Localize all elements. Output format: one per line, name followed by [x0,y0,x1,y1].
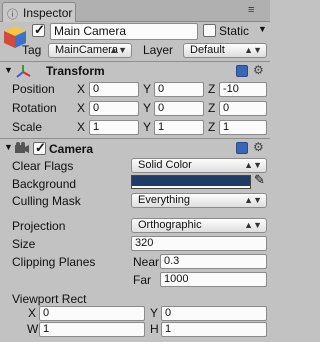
axis-x-label: X [77,101,86,115]
help-book-icon[interactable] [236,142,248,154]
background-label: Background [12,177,77,191]
alpha-bar [132,186,250,188]
eyedropper-icon[interactable]: ✎ [254,172,265,188]
tab-inspector[interactable]: ⓘ Inspector [2,2,76,22]
viewport-h-field[interactable]: 1 [161,322,267,337]
chevron-down-icon: ▲▼ [244,195,262,205]
foldout-arrow-icon[interactable]: ▼ [4,142,13,152]
rotation-y-field[interactable]: 0 [154,101,204,116]
check-icon: ✓ [35,140,46,155]
camera-icon [15,142,29,153]
projection-dropdown[interactable]: Orthographic ▲▼ [131,218,267,233]
viewport-y-label: Y [150,306,159,320]
position-x-field[interactable]: 0 [89,82,139,97]
scale-x-field[interactable]: 1 [89,120,139,135]
layer-dropdown[interactable]: Default ▲▼ [183,43,267,58]
viewport-w-field[interactable]: 1 [39,322,145,337]
projection-label: Projection [12,219,66,233]
culling-mask-label: Culling Mask [12,194,81,208]
gear-icon[interactable]: ⚙ [253,140,264,154]
foldout-arrow-icon[interactable]: ▼ [4,65,13,75]
viewport-x-label: X [28,306,37,320]
rotation-label: Rotation [12,101,57,115]
transform-icon [16,65,31,78]
axis-y-label: Y [143,101,152,115]
layer-value: Default [190,44,225,56]
axis-y-label: Y [143,82,152,96]
projection-value: Orthographic [138,219,202,231]
axis-z-label: Z [208,120,216,134]
check-icon: ✓ [34,22,45,37]
chevron-down-icon: ▲▼ [244,220,262,230]
scale-z-field[interactable]: 1 [219,120,267,135]
help-book-icon[interactable] [236,65,248,77]
far-field[interactable]: 1000 [160,272,267,287]
chevron-down-icon: ▲▼ [244,160,262,170]
tab-menu-icon[interactable]: ≡ [248,4,254,16]
scale-y-field[interactable]: 1 [154,120,204,135]
transform-title: Transform [46,64,105,78]
tag-label: Tag [22,43,42,57]
axis-z-label: Z [208,101,216,115]
axis-y-label: Y [143,120,152,134]
camera-enabled-checkbox[interactable]: ✓ [33,140,46,155]
near-field[interactable]: 0.3 [160,254,267,269]
axis-x-label: X [77,82,86,96]
axis-z-label: Z [208,82,216,96]
size-field[interactable]: 320 [131,236,267,251]
rotation-z-field[interactable]: 0 [219,101,267,116]
static-dropdown-arrow-icon[interactable]: ▼ [258,24,267,34]
position-z-field[interactable]: -10 [219,82,267,97]
active-checkbox[interactable]: ✓ [32,22,45,37]
inspector-icon: ⓘ [7,9,18,21]
background-color-field[interactable] [131,175,251,189]
camera-title: Camera [49,142,94,156]
layer-label: Layer [143,43,174,57]
position-y-field[interactable]: 0 [154,82,204,97]
static-label: Static [219,24,250,38]
tab-label: Inspector [23,6,73,20]
scale-label: Scale [12,120,43,134]
tag-dropdown[interactable]: MainCamera ▲▼ [48,43,132,58]
clear-flags-label: Clear Flags [12,159,74,173]
viewport-x-field[interactable]: 0 [39,306,145,321]
clear-flags-dropdown[interactable]: Solid Color ▲▼ [131,158,267,173]
viewport-h-label: H [150,322,159,336]
near-label: Near [133,255,160,269]
culling-mask-value: Everything [138,194,190,206]
divider [0,61,270,62]
gear-icon[interactable]: ⚙ [253,63,264,77]
viewport-rect-label: Viewport Rect [12,292,87,306]
culling-mask-dropdown[interactable]: Everything ▲▼ [131,193,267,208]
far-label: Far [133,273,151,287]
chevron-down-icon: ▲▼ [244,45,262,55]
clipping-planes-label: Clipping Planes [12,255,96,269]
rotation-x-field[interactable]: 0 [89,101,139,116]
viewport-y-field[interactable]: 0 [161,306,267,321]
chevron-down-icon: ▲▼ [109,45,127,55]
static-checkbox[interactable] [203,24,216,37]
clear-flags-value: Solid Color [138,159,192,171]
divider [0,138,270,139]
size-label: Size [12,237,36,251]
axis-x-label: X [77,120,86,134]
position-label: Position [12,82,55,96]
viewport-w-label: W [27,322,39,336]
object-name-field[interactable]: Main Camera [50,23,198,40]
